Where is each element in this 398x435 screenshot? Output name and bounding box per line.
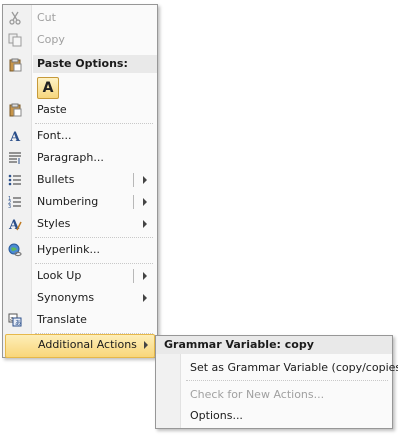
submenu-icon-gutter <box>156 354 181 428</box>
menu-item-hyperlink[interactable]: Hyperlink... <box>3 239 157 261</box>
menu-item-additional-actions[interactable]: Additional Actions <box>5 334 155 358</box>
menu-item-bullets-label: Bullets <box>37 173 75 186</box>
context-menu: Cut Copy Paste Options: A Paste A Font..… <box>2 4 158 358</box>
menu-item-paragraph[interactable]: Paragraph... <box>3 147 157 169</box>
paragraph-icon <box>7 150 23 166</box>
paste-keep-text-only-button[interactable]: A <box>37 77 59 99</box>
numbering-icon: 1 2 3 <box>7 194 23 210</box>
menu-item-styles[interactable]: A Styles <box>3 213 157 235</box>
menu-item-look-up-label: Look Up <box>37 269 82 282</box>
globe-link-icon <box>7 242 23 258</box>
additional-actions-submenu: Grammar Variable: copy Set as Grammar Va… <box>155 335 398 429</box>
menu-item-synonyms-label: Synonyms <box>37 291 95 304</box>
menu-item-font[interactable]: A Font... <box>3 125 157 147</box>
menu-item-cut-label: Cut <box>37 11 56 24</box>
menu-item-paste-label: Paste <box>37 103 67 116</box>
paste-options-header: Paste Options: <box>33 55 157 73</box>
font-a-icon: A <box>7 128 23 144</box>
menu-item-copy[interactable]: Copy <box>3 29 157 51</box>
submenu-item-set-grammar-variable[interactable]: Set as Grammar Variable (copy/copies) <box>190 361 398 374</box>
menu-item-paste[interactable]: Paste <box>3 99 157 121</box>
submenu-arrow-icon <box>143 294 147 302</box>
clipboard-icon <box>7 102 23 118</box>
submenu-item-check-new-actions: Check for New Actions... <box>190 388 325 401</box>
menu-item-paragraph-label: Paragraph... <box>37 151 104 164</box>
submenu-arrow-icon[interactable] <box>143 272 147 280</box>
menu-item-cut[interactable]: Cut <box>3 7 157 29</box>
clipboard-icon <box>7 57 23 73</box>
submenu-item-options[interactable]: Options... <box>190 409 243 422</box>
menu-item-numbering[interactable]: 1 2 3 Numbering <box>3 191 157 213</box>
menu-separator <box>35 123 153 124</box>
split-divider <box>133 173 134 187</box>
menu-item-translate[interactable]: a あ Translate <box>3 309 157 331</box>
scissors-icon <box>7 10 23 26</box>
menu-item-look-up[interactable]: Look Up <box>3 265 157 287</box>
submenu-header: Grammar Variable: copy <box>156 336 392 354</box>
menu-item-additional-actions-label: Additional Actions <box>38 338 137 351</box>
split-divider <box>133 195 134 209</box>
styles-icon: A <box>7 216 23 232</box>
menu-item-numbering-label: Numbering <box>37 195 99 208</box>
menu-separator <box>35 237 153 238</box>
split-divider <box>133 269 134 283</box>
submenu-arrow-icon[interactable] <box>143 176 147 184</box>
menu-item-bullets[interactable]: Bullets <box>3 169 157 191</box>
submenu-arrow-icon[interactable] <box>143 198 147 206</box>
svg-text:3: 3 <box>8 204 11 209</box>
svg-text:あ: あ <box>15 320 21 327</box>
submenu-arrow-icon <box>144 341 148 349</box>
menu-item-font-label: Font... <box>37 129 72 142</box>
menu-item-synonyms[interactable]: Synonyms <box>3 287 157 309</box>
menu-separator <box>35 263 153 264</box>
copy-icon <box>7 32 23 48</box>
submenu-arrow-icon <box>143 220 147 228</box>
menu-item-copy-label: Copy <box>37 33 65 46</box>
svg-text:A: A <box>9 130 21 143</box>
translate-icon: a あ <box>7 312 23 328</box>
menu-item-hyperlink-label: Hyperlink... <box>37 243 100 256</box>
menu-item-translate-label: Translate <box>37 313 87 326</box>
menu-item-styles-label: Styles <box>37 217 71 230</box>
bullets-icon <box>7 172 23 188</box>
menu-separator <box>186 380 388 381</box>
